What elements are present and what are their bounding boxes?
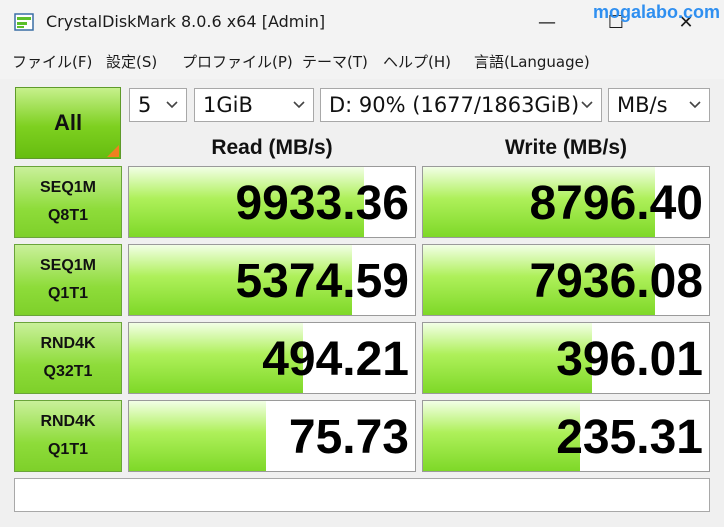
write-result: 235.31 [422, 400, 710, 472]
write-result: 396.01 [422, 322, 710, 394]
test-button-seq1m-q1t1[interactable]: SEQ1M Q1T1 [14, 244, 122, 316]
test-label-line2: Q1T1 [47, 441, 88, 458]
read-result: 75.73 [128, 400, 416, 472]
read-result: 9933.36 [128, 166, 416, 238]
test-size-select[interactable]: 1GiB [194, 88, 314, 122]
test-label-line1: SEQ1M [39, 257, 96, 274]
test-button-seq1m-q8t1[interactable]: SEQ1M Q8T1 [14, 166, 122, 238]
test-button-rnd4k-q1t1[interactable]: RND4K Q1T1 [14, 400, 122, 472]
test-label-line1: RND4K [40, 413, 96, 430]
window-title: CrystalDiskMark 8.0.6 x64 [Admin] [46, 12, 326, 31]
test-label-line2: Q8T1 [47, 207, 88, 224]
test-label-line1: RND4K [40, 335, 96, 352]
test-label-line1: SEQ1M [39, 179, 96, 196]
read-value: 9933.36 [235, 177, 409, 230]
chevron-down-icon [293, 101, 305, 109]
write-value: 8796.40 [529, 177, 703, 230]
comment-field[interactable] [14, 478, 710, 512]
read-result: 5374.59 [128, 244, 416, 316]
read-value: 75.73 [288, 411, 409, 464]
drive-select[interactable]: D: 90% (1677/1863GiB) [320, 88, 602, 122]
test-count-value: 5 [138, 93, 152, 117]
write-value: 396.01 [556, 333, 703, 386]
chevron-down-icon [689, 101, 701, 109]
app-icon [14, 13, 34, 31]
menu-help[interactable]: ヘルプ(H) [383, 51, 451, 72]
corner-marker-icon [107, 145, 119, 157]
chevron-down-icon [581, 101, 593, 109]
write-header: Write (MB/s) [504, 136, 628, 159]
menu-theme[interactable]: テーマ(T) [302, 51, 368, 72]
menu-language[interactable]: 言語(Language) [474, 51, 590, 72]
write-result: 7936.08 [422, 244, 710, 316]
title-bar: CrystalDiskMark 8.0.6 x64 [Admin] — ☐ ✕ … [0, 0, 724, 44]
read-header: Read (MB/s) [211, 136, 333, 159]
chevron-down-icon [166, 101, 178, 109]
drive-value: D: 90% (1677/1863GiB) [329, 93, 580, 117]
test-button-rnd4k-q32t1[interactable]: RND4K Q32T1 [14, 322, 122, 394]
read-value: 494.21 [262, 333, 409, 386]
all-button-label: All [53, 110, 83, 135]
minimize-button[interactable]: — [532, 10, 562, 36]
unit-select[interactable]: MB/s [608, 88, 710, 122]
write-value: 7936.08 [529, 255, 703, 308]
menu-profile[interactable]: プロファイル(P) [182, 51, 293, 72]
unit-value: MB/s [617, 93, 668, 117]
watermark: mogalabo.com [592, 2, 720, 22]
read-result: 494.21 [128, 322, 416, 394]
test-label-line2: Q1T1 [47, 285, 88, 302]
menu-settings[interactable]: 設定(S) [106, 51, 157, 72]
write-value: 235.31 [556, 411, 703, 464]
write-result: 8796.40 [422, 166, 710, 238]
read-value: 5374.59 [235, 255, 409, 308]
menu-bar: ファイル(F) 設定(S) プロファイル(P) テーマ(T) ヘルプ(H) 言語… [0, 46, 724, 74]
menu-file[interactable]: ファイル(F) [12, 51, 92, 72]
test-label-line2: Q32T1 [43, 363, 93, 380]
test-size-value: 1GiB [203, 93, 253, 117]
all-button[interactable]: All [15, 87, 121, 159]
progress-fill [129, 401, 267, 471]
test-count-select[interactable]: 5 [129, 88, 187, 122]
